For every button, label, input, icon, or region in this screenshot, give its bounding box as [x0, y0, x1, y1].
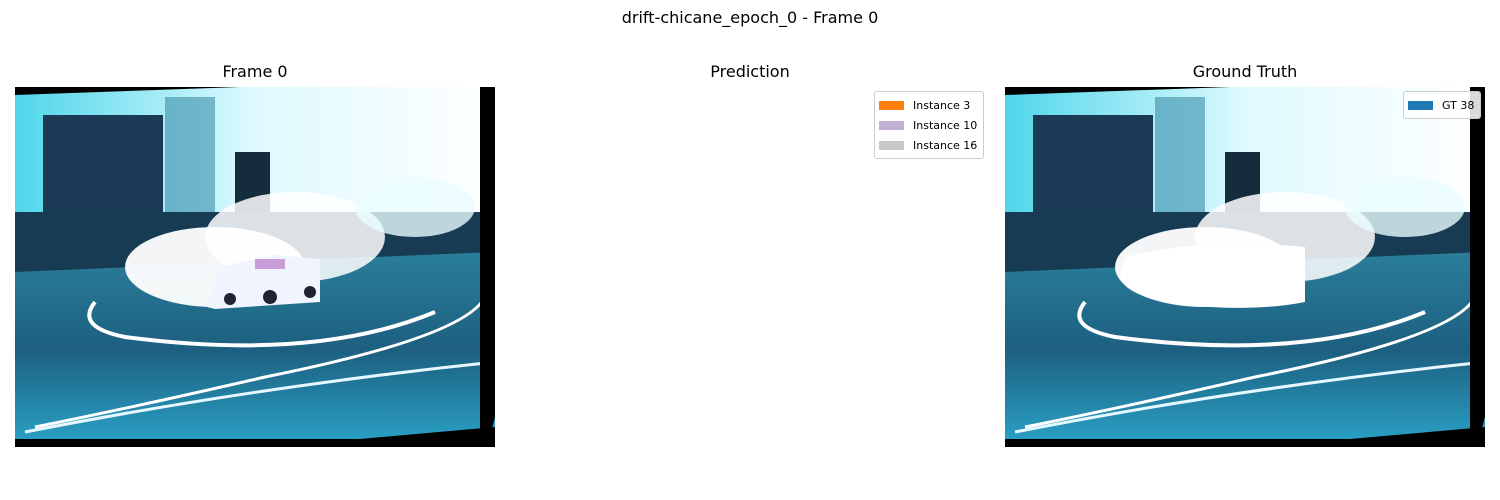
- prediction-legend: Instance 3 Instance 10 Instance 16: [874, 91, 985, 159]
- legend-label: Instance 3: [913, 98, 971, 112]
- ground-truth-legend: GT 38: [1403, 91, 1482, 119]
- figure-title: drift-chicane_epoch_0 - Frame 0: [621, 8, 879, 27]
- frame-image: [15, 87, 495, 447]
- legend-item-instance-10: Instance 10: [879, 115, 977, 135]
- legend-label: Instance 10: [913, 118, 978, 132]
- legend-item-instance-3: Instance 3: [879, 95, 977, 115]
- legend-swatch: [879, 140, 904, 150]
- legend-swatch: [1408, 100, 1433, 110]
- ground-truth-image: [1005, 87, 1485, 447]
- legend-label: GT 38: [1442, 98, 1475, 112]
- legend-swatch: [879, 120, 904, 130]
- ground-truth-axis-title: Ground Truth: [1192, 62, 1298, 81]
- legend-label: Instance 16: [913, 138, 978, 152]
- legend-swatch: [879, 100, 904, 110]
- frame-axis-title: Frame 0: [222, 62, 288, 81]
- prediction-axis-title: Prediction: [710, 62, 790, 81]
- legend-item-gt-38: GT 38: [1408, 95, 1474, 115]
- legend-item-instance-16: Instance 16: [879, 135, 977, 155]
